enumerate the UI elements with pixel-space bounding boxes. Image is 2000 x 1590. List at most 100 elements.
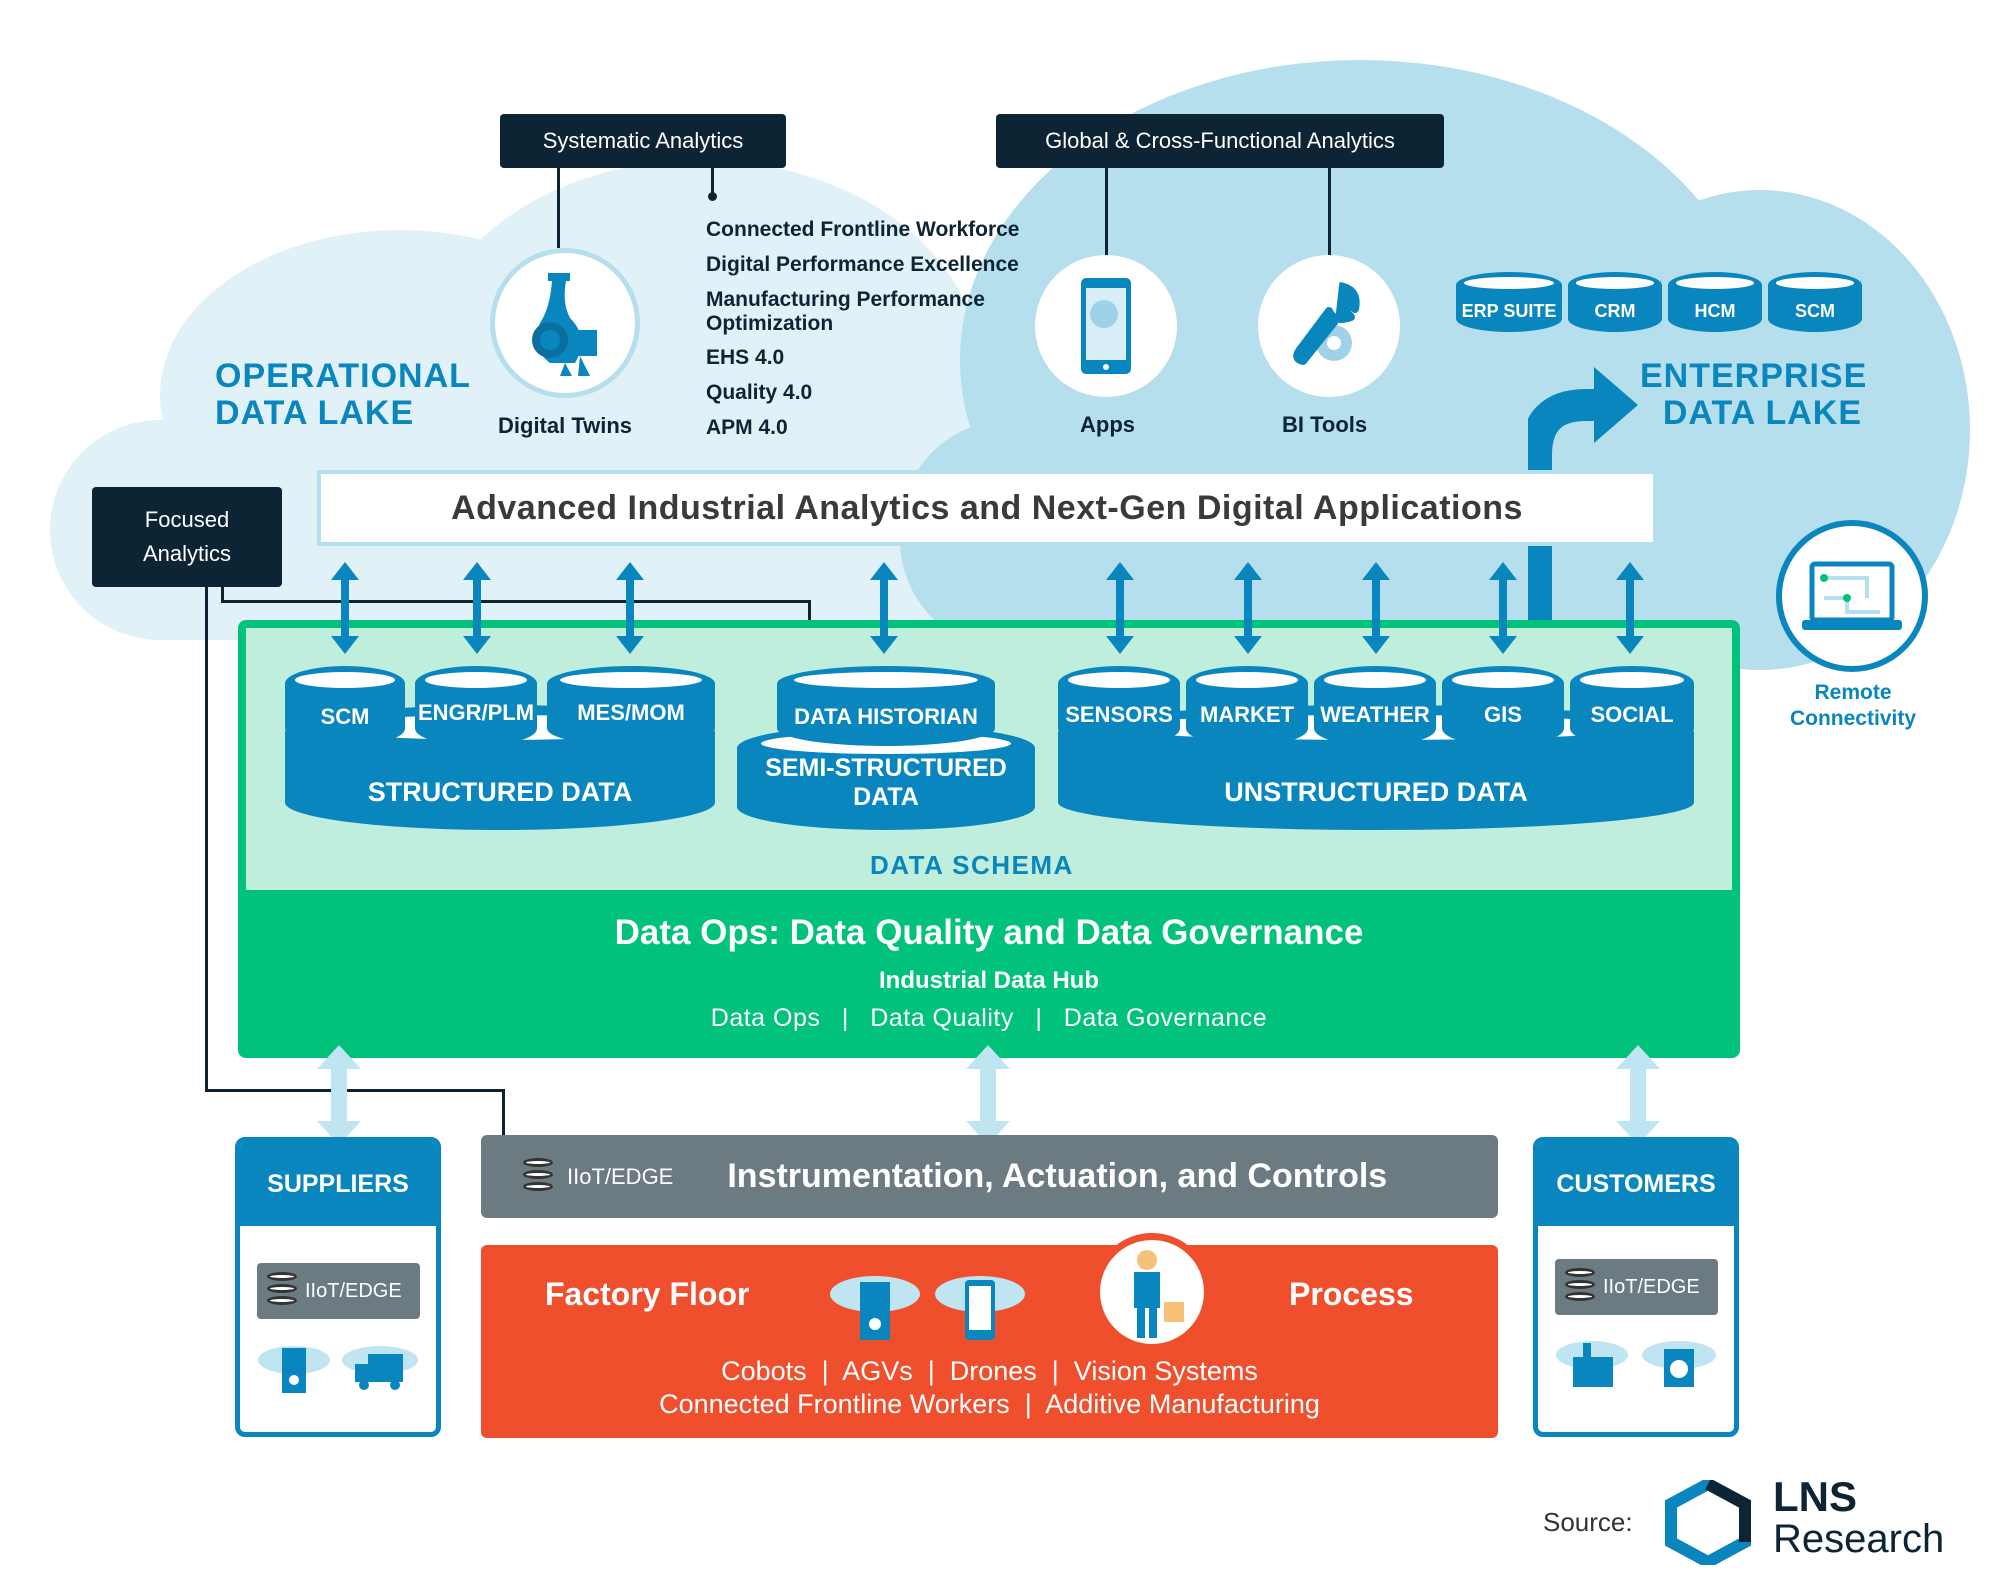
meter-icon — [258, 1346, 330, 1393]
worker-icon — [1134, 1250, 1184, 1338]
db-label: ENGR/PLM — [417, 700, 535, 725]
edge-label: IIoT/EDGE — [567, 1163, 674, 1189]
enterprise-data-lake-label: ENTERPRISE DATA LAKE — [1640, 358, 1866, 432]
list-item: APM 4.0 — [706, 416, 788, 439]
db-crm: CRM — [1568, 272, 1662, 332]
double-arrow — [1362, 562, 1390, 654]
focused-analytics-box: Focused Analytics — [92, 487, 282, 587]
db-label: SCM — [1795, 301, 1835, 321]
factory-icon — [1556, 1341, 1628, 1387]
suppliers-header: SUPPLIERS — [240, 1142, 436, 1226]
pump-icon — [532, 273, 597, 376]
db-sensors: SENSORS — [1058, 666, 1180, 746]
list-item: Manufacturing Performance — [706, 288, 985, 311]
focused-line2: Analytics — [142, 541, 232, 566]
dataops-item: Data Quality — [870, 1004, 1014, 1032]
tablet-icon — [935, 1276, 1025, 1340]
double-arrow — [616, 562, 644, 654]
banner-title: Advanced Industrial Analytics and Next-G… — [451, 488, 1523, 527]
digital-twins-circle — [490, 248, 640, 398]
worker-circle — [1093, 1233, 1211, 1351]
dataops-item: Data Ops — [710, 1004, 821, 1032]
double-arrow — [463, 562, 491, 654]
list-item: Optimization — [706, 312, 834, 335]
dataops-item: Data Governance — [1063, 1004, 1268, 1032]
digital-twins-label: Digital Twins — [498, 413, 633, 438]
global-analytics-box: Global & Cross-Functional Analytics — [996, 114, 1444, 168]
db-label: HCM — [1694, 301, 1736, 321]
db-scm: SCM — [1768, 272, 1862, 332]
factory-items-line2: Connected Frontline Workers | Additive M… — [659, 1389, 1320, 1419]
operational-line2: DATA LAKE — [215, 394, 415, 432]
apps-label: Apps — [1080, 412, 1135, 437]
db-gis: GIS — [1442, 666, 1564, 746]
db-data-historian: DATA HISTORIAN — [777, 666, 995, 746]
db-engr-plm: ENGR/PLM — [415, 666, 537, 746]
systematic-analytics-box: Systematic Analytics — [500, 114, 786, 168]
remote-line2: Connectivity — [1789, 707, 1917, 730]
customers-iiot-edge: IIoT/EDGE — [1555, 1259, 1718, 1315]
semi-structured-label: SEMI-STRUCTURED DATA — [765, 754, 1007, 811]
remote-connectivity-circle — [1776, 520, 1928, 672]
double-arrow — [1234, 562, 1262, 654]
edge-label: IIoT/EDGE — [305, 1279, 402, 1302]
db-scm-structured: SCM — [285, 666, 405, 746]
source-label: Source: — [1543, 1507, 1633, 1537]
customers-header: CUSTOMERS — [1538, 1142, 1734, 1226]
connector-line — [711, 168, 714, 194]
remote-connectivity-label: Remote Connectivity — [1770, 680, 1936, 732]
db-label: SOCIAL — [1590, 702, 1674, 727]
db-erp-suite: ERP SUITE — [1456, 272, 1562, 332]
truck-icon — [342, 1346, 418, 1390]
data-schema-label: DATA SCHEMA — [870, 850, 1074, 880]
wrench-gear-icon — [1293, 282, 1360, 365]
database-icon — [1565, 1268, 1595, 1306]
db-hcm: HCM — [1668, 272, 1762, 332]
list-item: Connected Frontline Workforce — [706, 218, 1020, 241]
brand-lns: LNS — [1773, 1473, 1857, 1520]
instrumentation-bar: IIoT/EDGE Instrumentation, Actuation, an… — [481, 1135, 1498, 1218]
list-item: Digital Performance Excellence — [706, 253, 1019, 276]
list-item: Quality 4.0 — [706, 381, 813, 404]
factory-items-line1: Cobots | AGVs | Drones | Vision Systems — [721, 1356, 1258, 1386]
systematic-items-list: Connected Frontline Workforce Digital Pe… — [706, 212, 1019, 445]
db-label: SENSORS — [1065, 702, 1173, 727]
dataops-items: Data Ops | Data Quality | Data Governanc… — [238, 1004, 1740, 1033]
factory-floor-label: Factory Floor — [545, 1276, 750, 1312]
db-social: SOCIAL — [1570, 666, 1694, 746]
laptop-icon — [1802, 561, 1902, 630]
light-double-arrow — [1616, 1045, 1660, 1145]
remote-line1: Remote — [1814, 681, 1892, 704]
double-arrow — [1616, 562, 1644, 654]
connector-line — [557, 168, 560, 248]
database-icon — [267, 1272, 297, 1310]
enterprise-line2: DATA LAKE — [1662, 394, 1862, 432]
light-double-arrow — [966, 1045, 1010, 1145]
process-label: Process — [1289, 1276, 1414, 1312]
dataops-subtitle: Industrial Data Hub — [878, 967, 1100, 994]
db-market: MARKET — [1186, 666, 1308, 746]
operational-data-lake-label: OPERATIONAL DATA LAKE — [215, 358, 471, 432]
lns-brand: LNS Research — [1773, 1473, 1944, 1561]
db-weather: WEATHER — [1314, 666, 1436, 746]
unstructured-label: UNSTRUCTURED DATA — [1224, 777, 1528, 807]
apps-circle — [1035, 255, 1177, 397]
operational-line1: OPERATIONAL — [215, 357, 471, 395]
structured-label: STRUCTURED DATA — [367, 777, 633, 807]
focused-line1: Focused — [144, 507, 230, 532]
connector-line — [1328, 168, 1331, 268]
double-arrow — [870, 562, 898, 654]
separator: | — [1035, 1004, 1043, 1032]
enterprise-dbs: ERP SUITE CRM HCM SCM — [1456, 272, 1862, 336]
double-arrow — [1106, 562, 1134, 654]
db-label: SCM — [320, 704, 370, 729]
analytics-banner: Advanced Industrial Analytics and Next-G… — [317, 470, 1657, 546]
double-arrow — [1489, 562, 1517, 654]
instrumentation-title: Instrumentation, Actuation, and Controls — [727, 1157, 1388, 1195]
dataops-title: Data Ops: Data Quality and Data Governan… — [614, 913, 1364, 952]
double-arrow — [331, 562, 359, 654]
db-label: MARKET — [1199, 702, 1295, 727]
focused-connector — [221, 600, 811, 603]
bi-tools-label: BI Tools — [1282, 412, 1368, 437]
db-mes-mom: MES/MOM — [547, 666, 715, 746]
